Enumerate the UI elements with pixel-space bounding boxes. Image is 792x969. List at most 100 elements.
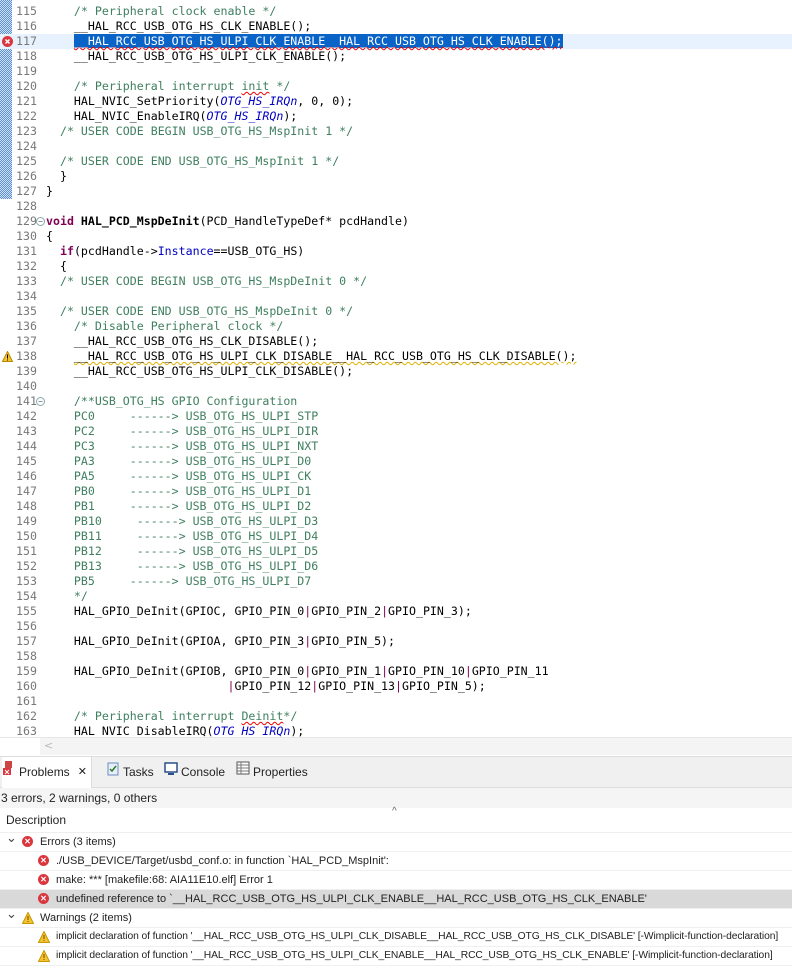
line-number: 140 (16, 379, 37, 393)
tree-group-label: Warnings (2 items) (40, 912, 132, 924)
tab-properties[interactable]: Properties (236, 757, 308, 788)
code-line[interactable]: 134 (0, 289, 792, 304)
code-token: GPIO_PIN_12 (234, 679, 312, 693)
code-line[interactable]: 122 HAL_NVIC_EnableIRQ(OTG_HS_IRQn); (0, 109, 792, 124)
code-text: /* USER CODE BEGIN USB_OTG_HS_MspInit 1 … (46, 124, 353, 139)
chevron-down-icon[interactable]: ⌄ (6, 829, 17, 847)
code-line[interactable]: 159 HAL_GPIO_DeInit(GPIOB, GPIO_PIN_0|GP… (0, 664, 792, 679)
code-line[interactable]: 120 /* Peripheral interrupt init */ (0, 79, 792, 94)
chevron-down-icon[interactable]: ⌄ (6, 905, 17, 923)
problem-item[interactable]: ✕ undefined reference to `__HAL_RCC_USB_O… (0, 890, 792, 909)
code-line[interactable]: 150 PB11 ------> USB_OTG_HS_ULPI_D4 (0, 529, 792, 544)
code-line[interactable]: 143 PC2 ------> USB_OTG_HS_ULPI_DIR (0, 424, 792, 439)
code-line[interactable]: 137 __HAL_RCC_USB_OTG_HS_CLK_DISABLE(); (0, 334, 792, 349)
code-line[interactable]: 117 __HAL_RCC_USB_OTG_HS_ULPI_CLK_ENABLE… (0, 34, 792, 49)
code-line[interactable]: 126 } (0, 169, 792, 184)
code-line[interactable]: 125 /* USER CODE END USB_OTG_HS_MspInit … (0, 154, 792, 169)
code-line[interactable]: 148 PB1 ------> USB_OTG_HS_ULPI_D2 (0, 499, 792, 514)
tab-console[interactable]: Console (164, 757, 225, 788)
code-line[interactable]: 128 (0, 199, 792, 214)
code-token: /* Disable Peripheral clock */ (73, 319, 284, 333)
line-number: 122 (16, 109, 37, 123)
problem-item[interactable]: implicit declaration of function '__HAL_… (0, 928, 792, 947)
code-text: HAL_NVIC_EnableIRQ(OTG_HS_IRQn); (46, 109, 297, 124)
code-line[interactable]: 163 HAL_NVIC_DisableIRQ(OTG_HS_IRQn); (0, 724, 792, 737)
code-token: HAL_NVIC_DisableIRQ( (46, 724, 214, 737)
code-line[interactable]: 149 PB10 ------> USB_OTG_HS_ULPI_D3 (0, 514, 792, 529)
line-number: 160 (16, 679, 37, 693)
line-number: 156 (16, 619, 37, 633)
code-line[interactable]: 142 PC0 ------> USB_OTG_HS_ULPI_STP (0, 409, 792, 424)
code-line[interactable]: 139 __HAL_RCC_USB_OTG_HS_ULPI_CLK_DISABL… (0, 364, 792, 379)
code-line[interactable]: 127} (0, 184, 792, 199)
code-line[interactable]: 141− /**USB_OTG_HS GPIO Configuration (0, 394, 792, 409)
code-line[interactable]: 158 (0, 649, 792, 664)
warning-marker-icon[interactable] (1, 350, 14, 362)
code-line[interactable]: 135 /* USER CODE END USB_OTG_HS_MspDeIni… (0, 304, 792, 319)
code-line[interactable]: 145 PA3 ------> USB_OTG_HS_ULPI_D0 (0, 454, 792, 469)
code-line[interactable]: 144 PC3 ------> USB_OTG_HS_ULPI_NXT (0, 439, 792, 454)
code-text: { (46, 229, 53, 244)
tasks-icon (106, 757, 120, 788)
problem-description: implicit declaration of function '__HAL_… (56, 931, 779, 942)
code-line[interactable]: 132 { (0, 259, 792, 274)
code-line[interactable]: 155 HAL_GPIO_DeInit(GPIOC, GPIO_PIN_0 |GP… (0, 604, 792, 619)
fold-collapse-icon[interactable]: − (36, 217, 45, 226)
tree-group-warnings[interactable]: ⌄ Warnings (2 items) (0, 906, 792, 928)
horizontal-scrollbar[interactable]: < (0, 737, 792, 756)
code-token: PB12 ------> USB_OTG_HS_ULPI_D5 (73, 544, 319, 558)
code-editor[interactable]: 114115 /* Peripheral clock enable */116 … (0, 0, 792, 737)
code-line[interactable]: 133 /* USER CODE BEGIN USB_OTG_HS_MspDeI… (0, 274, 792, 289)
code-line[interactable]: 146 PA5 ------> USB_OTG_HS_ULPI_CK (0, 469, 792, 484)
code-line[interactable]: 138 __HAL_RCC_USB_OTG_HS_ULPI_CLK_DISABL… (0, 349, 792, 364)
code-line[interactable]: 131 if(pcdHandle->Instance==USB_OTG_HS) (0, 244, 792, 259)
code-line[interactable]: 130 { (0, 229, 792, 244)
line-number: 162 (16, 709, 37, 723)
tree-group-errors[interactable]: ⌄ ✕ Errors (3 items) (0, 830, 792, 852)
code-token: HAL_NVIC_SetPriority( (46, 94, 221, 108)
code-line[interactable]: 151 PB12 ------> USB_OTG_HS_ULPI_D5 (0, 544, 792, 559)
code-line[interactable]: 118 __HAL_RCC_USB_OTG_HS_ULPI_CLK_ENABLE… (0, 49, 792, 64)
code-line[interactable]: 160 |GPIO_PIN_12|GPIO_PIN_13|GPIO_PIN_5)… (0, 679, 792, 694)
problem-item[interactable]: implicit declaration of function '__HAL_… (0, 947, 792, 966)
code-line[interactable]: 123 /* USER CODE BEGIN USB_OTG_HS_MspIni… (0, 124, 792, 139)
code-line[interactable]: 162 /* Peripheral interrupt Deinit*/ (0, 709, 792, 724)
code-token: GPIO_PIN_11 (471, 664, 549, 678)
code-line[interactable]: 136 /* Disable Peripheral clock */ (0, 319, 792, 334)
tab-problems[interactable]: Problems ✕ (2, 757, 92, 788)
code-text: /**USB_OTG_HS GPIO Configuration (46, 394, 297, 409)
problem-item[interactable]: ✕ ./USB_DEVICE/Target/usbd_conf.o: in fun… (0, 852, 792, 871)
error-icon: ✕ (38, 855, 49, 866)
code-line[interactable]: 115 /* Peripheral clock enable */ (0, 4, 792, 19)
code-line[interactable]: 161 (0, 694, 792, 709)
code-line[interactable]: 156 (0, 619, 792, 634)
column-header-description[interactable]: ^ Description (0, 806, 792, 833)
close-icon[interactable]: ✕ (78, 757, 87, 788)
code-line[interactable]: 153 PB5 ------> USB_OTG_HS_ULPI_D7 (0, 574, 792, 589)
code-text: { (46, 259, 67, 274)
code-line[interactable]: 157 HAL_GPIO_DeInit(GPIOA, GPIO_PIN_3|GP… (0, 634, 792, 649)
code-token: { (46, 229, 53, 243)
error-marker-icon[interactable] (2, 36, 13, 47)
code-line[interactable]: 152 PB13 ------> USB_OTG_HS_ULPI_D6 (0, 559, 792, 574)
code-line[interactable]: 154 */ (0, 589, 792, 604)
code-line[interactable]: 119 (0, 64, 792, 79)
scroll-left-icon[interactable]: < (44, 739, 53, 752)
code-token: /* USER CODE END USB_OTG_HS_MspDeInit 0 … (59, 304, 354, 318)
fold-collapse-icon[interactable]: − (36, 397, 45, 406)
code-line[interactable]: 121 HAL_NVIC_SetPriority(OTG_HS_IRQn, 0,… (0, 94, 792, 109)
code-line[interactable]: 124 (0, 139, 792, 154)
tab-tasks[interactable]: Tasks (106, 757, 154, 788)
code-line[interactable]: 129− void HAL_PCD_MspDeInit(PCD_HandleTyp… (0, 214, 792, 229)
code-line[interactable]: 116 __HAL_RCC_USB_OTG_HS_CLK_ENABLE(); (0, 19, 792, 34)
code-line[interactable]: 140 (0, 379, 792, 394)
code-token: /**USB_OTG_HS GPIO Configuration (73, 394, 298, 408)
code-line[interactable]: 147 PB0 ------> USB_OTG_HS_ULPI_D1 (0, 484, 792, 499)
code-token: GPIO_PIN_5); (311, 634, 396, 648)
problem-item[interactable]: ✕ make: *** [makefile:68: AIA11E10.elf] E… (0, 871, 792, 890)
